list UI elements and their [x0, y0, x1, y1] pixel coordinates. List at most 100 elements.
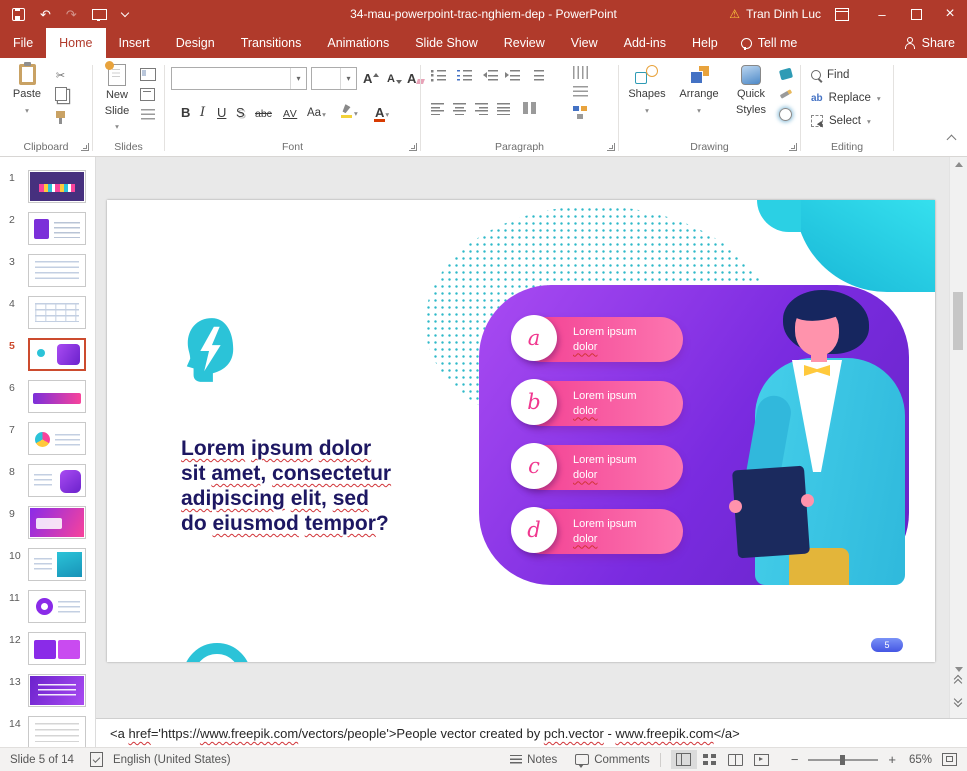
zoom-in-button[interactable]: + — [884, 752, 900, 767]
clipboard-dialog-launcher[interactable] — [81, 143, 89, 151]
tab-addins[interactable]: Add-ins — [611, 28, 679, 58]
zoom-slider-thumb[interactable] — [840, 755, 845, 765]
slide-indicator[interactable]: Slide 5 of 14 — [10, 754, 74, 766]
font-name-dropdown-icon[interactable] — [290, 68, 306, 89]
character-spacing-button[interactable]: AV — [283, 101, 297, 119]
align-center-icon[interactable] — [453, 102, 468, 115]
highlight-color-button[interactable] — [341, 100, 358, 118]
font-size-dropdown-icon[interactable] — [340, 68, 356, 89]
answer-option-c[interactable]: Lorem ipsum dolor c — [511, 443, 683, 490]
slide-thumbnail-6[interactable] — [28, 380, 86, 413]
increase-indent-icon[interactable] — [505, 68, 521, 82]
zoom-level[interactable]: 65% — [900, 754, 932, 766]
drawing-dialog-launcher[interactable] — [789, 143, 797, 151]
language-indicator[interactable]: English (United States) — [113, 754, 231, 766]
slide-thumbnail-5-selected[interactable] — [28, 338, 86, 371]
qat-customize-icon[interactable] — [121, 8, 129, 16]
justify-icon[interactable] — [497, 102, 512, 115]
redo-icon[interactable]: ↷ — [66, 8, 77, 21]
close-button[interactable]: × — [933, 0, 967, 28]
font-name-select[interactable] — [171, 67, 307, 90]
question-text[interactable]: Lorem ipsum dolor sit amet, consectetur … — [181, 436, 421, 536]
zoom-slider[interactable] — [808, 759, 878, 761]
scrollbar-thumb[interactable] — [953, 292, 963, 350]
zoom-out-button[interactable]: − — [787, 752, 803, 767]
comments-toggle[interactable]: Comments — [594, 754, 650, 766]
view-reading-button[interactable] — [723, 750, 749, 769]
align-text-icon[interactable] — [573, 86, 588, 99]
notes-pane[interactable]: <a href='https://www.freepik.com/vectors… — [96, 718, 967, 748]
slide-layout-icon[interactable] — [139, 66, 156, 82]
reset-slide-icon[interactable] — [139, 86, 156, 102]
slide-thumbnail-13[interactable] — [28, 674, 86, 707]
font-dialog-launcher[interactable] — [409, 143, 417, 151]
replace-button[interactable]: abReplace — [811, 89, 881, 107]
tab-view[interactable]: View — [558, 28, 611, 58]
slide-thumbnail-7[interactable] — [28, 422, 86, 455]
columns-icon[interactable] — [523, 102, 537, 115]
slide-thumbnail-1[interactable] — [28, 170, 86, 203]
find-button[interactable]: Find — [811, 66, 849, 84]
convert-smartart-icon[interactable] — [573, 106, 588, 119]
grow-font-icon[interactable]: A — [363, 67, 379, 85]
font-color-button[interactable]: A — [375, 101, 389, 119]
line-spacing-icon[interactable] — [529, 68, 545, 82]
undo-icon[interactable]: ↶ — [40, 8, 51, 21]
underline-button[interactable]: U — [217, 101, 226, 119]
account-name[interactable]: Tran Dinh Luc — [746, 7, 821, 21]
previous-slide-button[interactable] — [955, 678, 963, 690]
slide-thumbnail-11[interactable] — [28, 590, 86, 623]
answer-option-a[interactable]: Lorem ipsum dolor a — [511, 315, 683, 362]
quick-styles-button[interactable]: Quick Styles — [729, 65, 773, 116]
notes-toggle[interactable]: Notes — [527, 754, 557, 766]
tab-home[interactable]: Home — [46, 28, 105, 58]
slide-thumbnail-10[interactable] — [28, 548, 86, 581]
scroll-up-icon[interactable] — [955, 162, 963, 167]
slide-thumbnail-8[interactable] — [28, 464, 86, 497]
share-button[interactable]: Share — [905, 28, 955, 58]
new-slide-button[interactable]: New Slide — [97, 64, 137, 133]
slide-thumbnail-4[interactable] — [28, 296, 86, 329]
tab-file[interactable]: File — [0, 28, 46, 58]
view-slideshow-button[interactable] — [749, 750, 775, 769]
minimize-button[interactable]: – — [865, 0, 899, 28]
shape-fill-icon[interactable] — [777, 66, 794, 82]
bold-button[interactable]: B — [181, 101, 190, 119]
ribbon-display-options-icon[interactable] — [835, 8, 849, 21]
tab-animations[interactable]: Animations — [314, 28, 402, 58]
save-icon[interactable] — [12, 8, 25, 21]
spellcheck-icon[interactable] — [90, 752, 103, 767]
tab-review[interactable]: Review — [491, 28, 558, 58]
shape-outline-icon[interactable] — [777, 86, 794, 102]
vertical-scrollbar[interactable] — [949, 157, 967, 718]
tab-design[interactable]: Design — [163, 28, 228, 58]
font-size-select[interactable] — [311, 67, 357, 90]
answer-option-d[interactable]: Lorem ipsum dolor d — [511, 507, 683, 554]
text-shadow-button[interactable]: S — [236, 101, 245, 119]
paste-button[interactable]: Paste — [8, 64, 46, 116]
slide-thumbnail-2[interactable] — [28, 212, 86, 245]
next-slide-button[interactable] — [955, 698, 963, 710]
select-button[interactable]: Select — [811, 112, 871, 130]
text-direction-icon[interactable] — [573, 66, 588, 79]
fit-slide-to-window-icon[interactable] — [942, 753, 957, 766]
slide-thumbnail-12[interactable] — [28, 632, 86, 665]
paragraph-dialog-launcher[interactable] — [607, 143, 615, 151]
start-slideshow-icon[interactable] — [92, 9, 107, 20]
cut-icon[interactable]: ✂ — [52, 67, 69, 83]
bullets-icon[interactable] — [431, 68, 447, 82]
answer-option-b[interactable]: Lorem ipsum dolor b — [511, 379, 683, 426]
maximize-button[interactable] — [899, 0, 933, 28]
italic-button[interactable]: I — [200, 101, 205, 119]
change-case-button[interactable]: Aa — [307, 101, 326, 119]
format-painter-icon[interactable] — [52, 106, 69, 122]
tab-transitions[interactable]: Transitions — [228, 28, 315, 58]
section-icon[interactable] — [139, 106, 156, 122]
slide-canvas[interactable]: Lorem ipsum dolor a Lorem ipsum dolor b … — [107, 200, 935, 662]
slide-thumbnail-3[interactable] — [28, 254, 86, 287]
arrange-button[interactable]: Arrange — [675, 65, 723, 116]
align-right-icon[interactable] — [475, 102, 490, 115]
slide-thumbnail-14[interactable] — [28, 716, 86, 748]
shapes-button[interactable]: Shapes — [625, 65, 669, 116]
decrease-indent-icon[interactable] — [483, 68, 499, 82]
